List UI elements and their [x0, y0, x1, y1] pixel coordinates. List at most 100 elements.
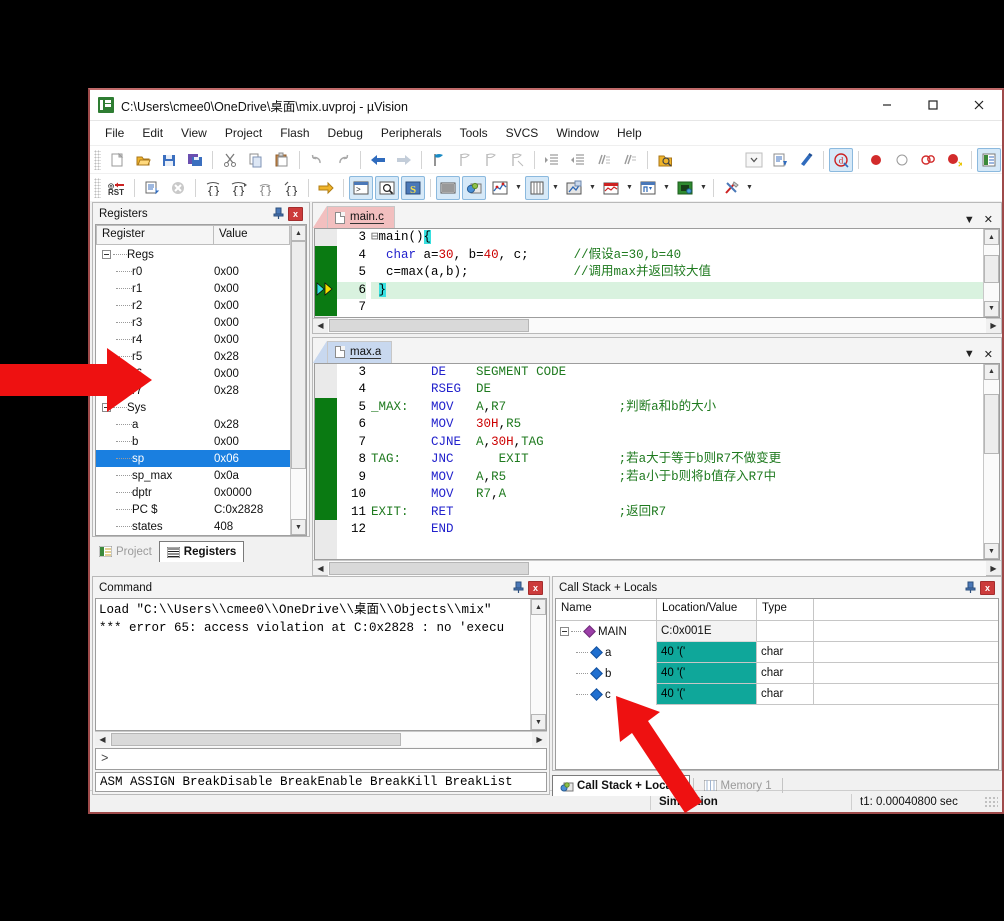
menu-project[interactable]: Project: [216, 122, 271, 144]
scroll-down-icon[interactable]: ▼: [531, 714, 546, 730]
scroll-thumb[interactable]: [111, 732, 401, 746]
registers-row[interactable]: states 408: [96, 518, 290, 535]
command-input[interactable]: >: [95, 748, 547, 770]
command-window-icon[interactable]: >: [349, 175, 373, 200]
menu-file[interactable]: File: [96, 122, 133, 144]
bookmark-prev-icon[interactable]: [453, 148, 477, 172]
scroll-track[interactable]: [531, 615, 546, 714]
bookmark-next-icon[interactable]: [479, 148, 503, 172]
scroll-thumb[interactable]: [291, 241, 306, 469]
system-viewer-dropdown-icon[interactable]: ▼: [698, 177, 709, 199]
outdent-icon[interactable]: [566, 148, 590, 172]
chevron-down-icon[interactable]: ▼: [964, 214, 975, 226]
bookmark-clear-icon[interactable]: [505, 148, 529, 172]
memory-dropdown-icon[interactable]: ▼: [550, 177, 561, 199]
scroll-up-icon[interactable]: ▲: [291, 225, 306, 241]
paste-icon[interactable]: [270, 148, 294, 172]
toolbox-dropdown-icon[interactable]: ▼: [744, 177, 755, 199]
disable-all-breakpoints-icon[interactable]: ✕: [942, 148, 966, 172]
registers-row[interactable]: Sys: [96, 399, 290, 416]
call-stack-row[interactable]: c 40 '(' char: [556, 684, 998, 705]
scroll-right-icon[interactable]: ▶: [986, 561, 1001, 576]
close-button[interactable]: [956, 90, 1002, 121]
scroll-up-icon[interactable]: ▲: [984, 363, 999, 380]
expander-icon[interactable]: [102, 250, 111, 259]
close-icon[interactable]: ✕: [984, 213, 993, 226]
watch-dropdown-icon[interactable]: ▼: [513, 177, 524, 199]
column-header-location-value[interactable]: Location/Value: [657, 599, 757, 621]
expander-icon[interactable]: [102, 403, 111, 412]
run-to-cursor-icon[interactable]: [140, 176, 164, 200]
column-header-register[interactable]: Register: [96, 225, 214, 245]
redo-icon[interactable]: [331, 148, 355, 172]
registers-row[interactable]: r2 0x00: [96, 297, 290, 314]
close-icon[interactable]: x: [980, 580, 995, 595]
project-window-icon[interactable]: [977, 147, 1001, 172]
navigate-forward-icon[interactable]: [392, 148, 416, 172]
registers-row[interactable]: r6 0x00: [96, 365, 290, 382]
menu-view[interactable]: View: [172, 122, 216, 144]
scroll-thumb[interactable]: [329, 561, 529, 575]
command-output[interactable]: Load "C:\\Users\\cmee0\\OneDrive\\桌面\\Ob…: [95, 598, 547, 731]
trace-dropdown-icon[interactable]: ▼: [661, 177, 672, 199]
toolbar-grip[interactable]: [94, 177, 101, 198]
editor-max-a-body[interactable]: 3 4 5 6 7 8 9 10 11 12 DE SEGMENT CODE RSEG DE _MA…: [314, 362, 1000, 560]
call-stack-row-value[interactable]: 40 '(': [657, 684, 757, 705]
scroll-thumb[interactable]: [984, 393, 999, 454]
new-file-icon[interactable]: [105, 148, 129, 172]
registers-row[interactable]: sp_max 0x0a: [96, 467, 290, 484]
editor-max-a-code[interactable]: DE SEGMENT CODE RSEG DE _MAX: MOV A,R7 ;判…: [371, 363, 983, 559]
resize-grip-icon[interactable]: [984, 795, 998, 808]
editor-main-c-body[interactable]: 3 4 5 67 ⊟main(){ char a=30, b=40, c; //假设a…: [314, 228, 1000, 318]
memory-window-icon[interactable]: [525, 175, 549, 200]
chevron-down-icon[interactable]: ▼: [964, 348, 975, 360]
menu-peripherals[interactable]: Peripherals: [372, 122, 451, 144]
uncomment-icon[interactable]: [618, 148, 642, 172]
editor-main-c-code[interactable]: ⊟main(){ char a=30, b=40, c; //假设a=30,b=…: [371, 229, 983, 317]
system-viewer-icon[interactable]: [673, 176, 697, 200]
registers-window-icon[interactable]: [436, 175, 460, 200]
scroll-track[interactable]: [328, 318, 986, 333]
close-icon[interactable]: x: [288, 206, 303, 221]
comment-icon[interactable]: [592, 148, 616, 172]
registers-row[interactable]: Regs: [96, 246, 290, 263]
registers-row[interactable]: dptr 0x0000: [96, 484, 290, 501]
scroll-down-icon[interactable]: ▼: [984, 543, 999, 559]
open-project-icon[interactable]: [653, 148, 677, 172]
scroll-track[interactable]: [984, 245, 999, 301]
close-icon[interactable]: ✕: [984, 348, 993, 361]
show-next-statement-icon[interactable]: [314, 176, 338, 200]
menu-edit[interactable]: Edit: [133, 122, 172, 144]
scroll-down-icon[interactable]: ▼: [291, 519, 306, 535]
scroll-right-icon[interactable]: ▶: [532, 732, 547, 747]
close-icon[interactable]: x: [528, 580, 543, 595]
command-vertical-scrollbar[interactable]: ▲ ▼: [530, 599, 546, 730]
target-options-icon[interactable]: [768, 148, 792, 172]
expander-icon[interactable]: [560, 627, 569, 636]
call-stack-row[interactable]: MAIN C:0x001E: [556, 621, 998, 642]
scroll-left-icon[interactable]: ◀: [313, 318, 328, 333]
save-all-icon[interactable]: [183, 148, 207, 172]
editor-main-c-hscroll[interactable]: ◀ ▶: [313, 317, 1001, 333]
disassembly-window-icon[interactable]: [375, 175, 399, 200]
scroll-track[interactable]: [291, 241, 306, 519]
command-hscroll[interactable]: ◀ ▶: [95, 731, 547, 747]
run-to-return-icon[interactable]: {}: [279, 176, 303, 200]
menu-tools[interactable]: Tools: [451, 122, 497, 144]
call-stack-window-icon[interactable]: [462, 175, 486, 200]
cut-icon[interactable]: [218, 148, 242, 172]
stop-icon[interactable]: [166, 176, 190, 200]
pin-icon[interactable]: [273, 207, 284, 220]
call-stack-row-value[interactable]: C:0x001E: [657, 621, 757, 642]
maximize-button[interactable]: [910, 90, 956, 121]
call-stack-row-value[interactable]: 40 '(': [657, 663, 757, 684]
disable-breakpoint-icon[interactable]: [890, 148, 914, 172]
registers-row[interactable]: r3 0x00: [96, 314, 290, 331]
trace-window-icon[interactable]: [636, 176, 660, 200]
editor-main-c-gutter[interactable]: [315, 229, 337, 317]
call-stack-row[interactable]: a 40 '(' char: [556, 642, 998, 663]
menu-flash[interactable]: Flash: [271, 122, 318, 144]
step-over-icon[interactable]: {}: [227, 176, 251, 200]
editor-max-a-gutter[interactable]: [315, 363, 337, 559]
column-header-name[interactable]: Name: [556, 599, 657, 621]
